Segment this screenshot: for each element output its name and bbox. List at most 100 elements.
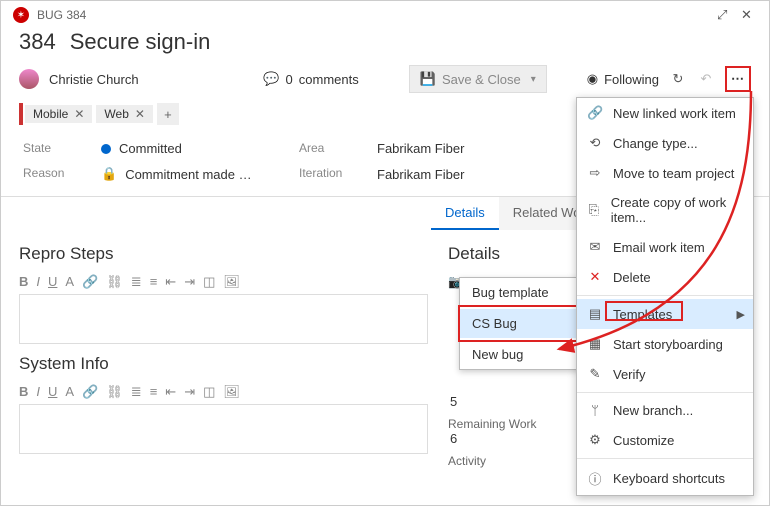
ctx-item-templates[interactable]: ▤Templates▶ xyxy=(577,299,753,329)
accent-bar xyxy=(19,103,23,125)
repro-steps-title: Repro Steps xyxy=(19,244,428,264)
delete-icon: ✕ xyxy=(587,269,603,285)
font-icon[interactable]: A xyxy=(65,384,74,400)
editor-toolbar: B I U A 🔗 ⛓ ≣ ≡ ⇤ ⇥ ◫ 🖼 xyxy=(19,380,428,404)
chevron-down-icon: ▾ xyxy=(531,74,536,85)
save-icon: 💾 xyxy=(420,71,436,87)
submenu-item-bug-template[interactable]: Bug template xyxy=(460,278,592,307)
indent-icon[interactable]: ⇥ xyxy=(184,274,195,290)
area-label: Area xyxy=(299,141,359,156)
system-info-title: System Info xyxy=(19,354,428,374)
more-actions-button[interactable]: ⋯ xyxy=(725,66,751,92)
submenu-item-new-bug[interactable]: New bug xyxy=(460,340,592,369)
state-label: State xyxy=(23,141,83,156)
ctx-item-create-copy-of-work-item[interactable]: ⎘Create copy of work item... xyxy=(577,188,753,232)
bug-icon: ✶ xyxy=(13,7,29,23)
tag-remove-icon[interactable]: ✕ xyxy=(74,107,84,121)
editor-toolbar: B I U A 🔗 ⛓ ≣ ≡ ⇤ ⇥ ◫ 🖼 xyxy=(19,270,428,294)
ctx-item-label: Delete xyxy=(613,270,651,285)
iteration-value[interactable]: Fabrikam Fiber xyxy=(377,166,537,182)
tag-web[interactable]: Web ✕ xyxy=(96,105,153,123)
ctx-item-start-storyboarding[interactable]: ▦ Start storyboarding xyxy=(577,329,753,359)
link-icon[interactable]: 🔗 xyxy=(82,274,98,290)
comments-button[interactable]: 💬 0 comments xyxy=(263,71,358,87)
unlink-icon[interactable]: ⛓ xyxy=(106,384,123,400)
tab-details[interactable]: Details xyxy=(431,197,499,230)
link-icon: 🔗 xyxy=(587,105,603,121)
lock-icon: 🔒 xyxy=(101,166,117,182)
italic-icon[interactable]: I xyxy=(36,384,40,400)
clear-icon[interactable]: ◫ xyxy=(203,274,215,290)
repro-steps-editor[interactable] xyxy=(19,294,428,344)
image-icon[interactable]: 🖼 xyxy=(223,274,240,290)
refresh-icon[interactable]: ↻ xyxy=(669,71,687,87)
submenu-item-cs-bug[interactable]: CS Bug xyxy=(460,309,592,338)
save-close-label: Save & Close xyxy=(442,72,521,87)
save-close-button: 💾 Save & Close ▾ xyxy=(409,65,547,93)
outdent-icon[interactable]: ⇤ xyxy=(165,274,176,290)
ctx-item-label: New branch... xyxy=(613,403,693,418)
state-value[interactable]: Committed xyxy=(101,141,281,156)
following-toggle[interactable]: ◉ Following xyxy=(587,71,659,87)
ctx-item-customize[interactable]: ⚙Customize xyxy=(577,425,753,455)
link-icon[interactable]: 🔗 xyxy=(82,384,98,400)
bullet-list-icon[interactable]: ≣ xyxy=(131,274,142,290)
branch-icon: ᛘ xyxy=(587,403,603,418)
reason-value[interactable]: 🔒Commitment made … xyxy=(101,166,281,182)
bullet-list-icon[interactable]: ≣ xyxy=(131,384,142,400)
tag-mobile[interactable]: Mobile ✕ xyxy=(25,105,92,123)
change-icon: ⟲ xyxy=(587,135,603,151)
ctx-item-new-linked-work-item[interactable]: 🔗 New linked work item xyxy=(577,98,753,128)
ctx-item-label: Change type... xyxy=(613,136,698,151)
underline-icon[interactable]: U xyxy=(48,384,57,400)
bug-label: BUG 384 xyxy=(37,8,86,22)
italic-icon[interactable]: I xyxy=(36,274,40,290)
image-icon[interactable]: 🖼 xyxy=(223,384,240,400)
ctx-item-verify[interactable]: ✎Verify xyxy=(577,359,753,389)
ctx-item-change-type[interactable]: ⟲ Change type... xyxy=(577,128,753,158)
number-list-icon[interactable]: ≡ xyxy=(150,274,158,290)
clear-icon[interactable]: ◫ xyxy=(203,384,215,400)
expand-icon[interactable]: ⤢ xyxy=(717,7,733,23)
number-list-icon[interactable]: ≡ xyxy=(150,384,158,400)
indent-icon[interactable]: ⇥ xyxy=(184,384,195,400)
ctx-item-label: Templates xyxy=(613,307,672,322)
story-icon: ▦ xyxy=(587,336,603,352)
tag-label: Web xyxy=(104,107,128,121)
ctx-item-email-work-item[interactable]: ✉Email work item xyxy=(577,232,753,262)
ctx-item-label: Create copy of work item... xyxy=(611,195,743,225)
ctx-item-new-branch[interactable]: ᛘ New branch... xyxy=(577,396,753,425)
avatar[interactable] xyxy=(19,69,39,89)
tag-remove-icon[interactable]: ✕ xyxy=(135,107,145,121)
ctx-item-delete[interactable]: ✕ Delete xyxy=(577,262,753,292)
comments-label: comments xyxy=(299,72,359,87)
bold-icon[interactable]: B xyxy=(19,274,28,290)
ctx-item-label: Start storyboarding xyxy=(613,337,723,352)
undo-icon: ↶ xyxy=(697,71,715,87)
ctx-item-keyboard-shortcuts[interactable]: ⓘ Keyboard shortcuts xyxy=(577,462,753,495)
outdent-icon[interactable]: ⇤ xyxy=(165,384,176,400)
ctx-item-label: Keyboard shortcuts xyxy=(613,471,725,486)
keyboard-icon: ⓘ xyxy=(587,469,603,488)
ctx-item-label: Customize xyxy=(613,433,674,448)
close-icon[interactable]: ✕ xyxy=(741,7,757,23)
unlink-icon[interactable]: ⛓ xyxy=(106,274,123,290)
iteration-label: Iteration xyxy=(299,166,359,182)
mail-icon: ✉ xyxy=(587,239,603,255)
font-icon[interactable]: A xyxy=(65,274,74,290)
ctx-item-move-to-team-project[interactable]: ⇨Move to team project xyxy=(577,158,753,188)
area-value[interactable]: Fabrikam Fiber xyxy=(377,141,537,156)
system-info-editor[interactable] xyxy=(19,404,428,454)
state-dot-icon xyxy=(101,144,111,154)
work-item-id: 384 xyxy=(19,29,56,55)
comment-icon: 💬 xyxy=(263,71,279,87)
tag-label: Mobile xyxy=(33,107,68,121)
assigned-to[interactable]: Christie Church xyxy=(49,72,139,87)
chevron-right-icon: ▶ xyxy=(737,308,745,321)
underline-icon[interactable]: U xyxy=(48,274,57,290)
ctx-item-label: New linked work item xyxy=(613,106,736,121)
bold-icon[interactable]: B xyxy=(19,384,28,400)
work-item-title[interactable]: Secure sign-in xyxy=(70,29,211,55)
reason-label: Reason xyxy=(23,166,83,182)
add-tag-button[interactable]: + xyxy=(157,103,179,125)
